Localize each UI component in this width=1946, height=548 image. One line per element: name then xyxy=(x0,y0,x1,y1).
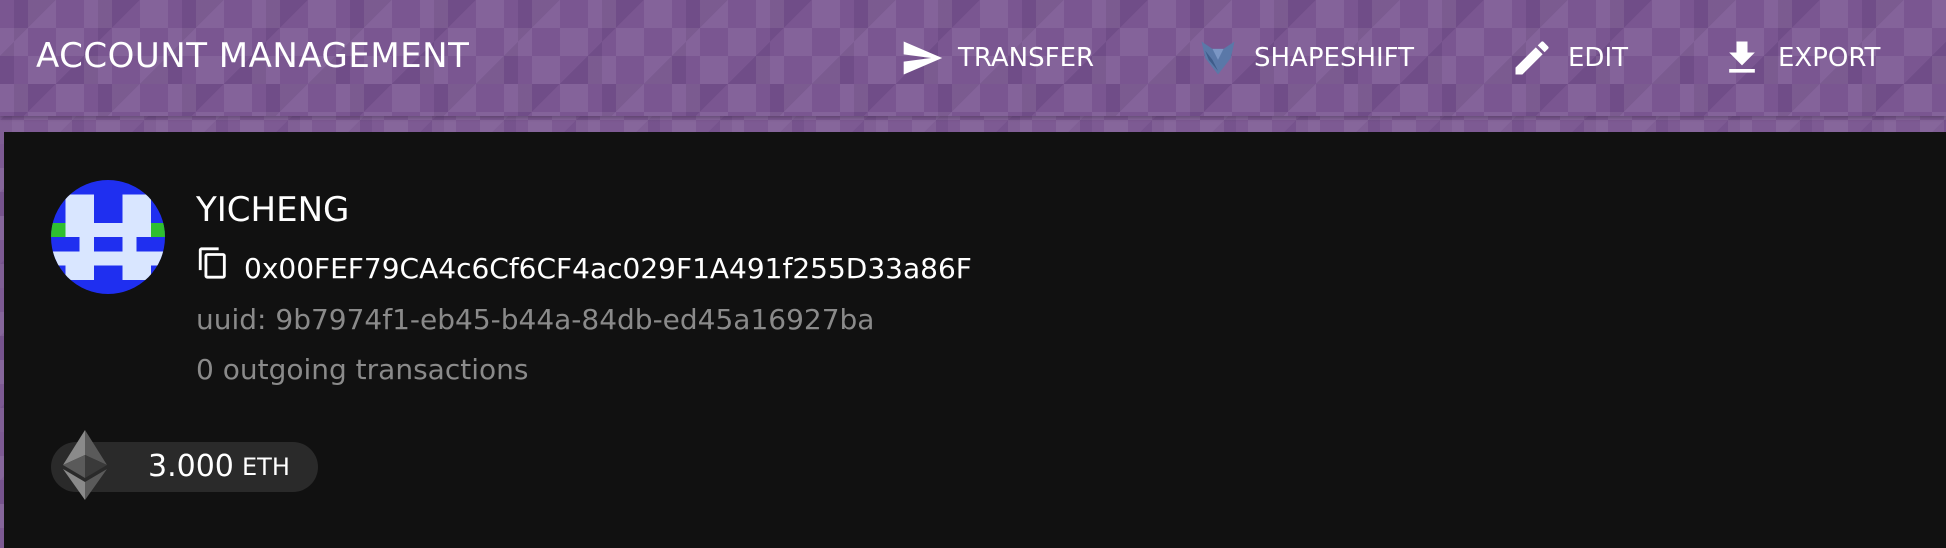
account-uuid: uuid: 9b7974f1-eb45-b44a-84db-ed45a16927… xyxy=(196,303,875,336)
app-header: ACCOUNT MANAGEMENT TRANSFER SHAPESHIFT E… xyxy=(0,0,1946,116)
export-button[interactable]: EXPORT xyxy=(1720,36,1880,80)
account-name: YICHENG xyxy=(196,190,350,230)
edit-button[interactable]: EDIT xyxy=(1510,36,1628,80)
shapeshift-fox-icon xyxy=(1196,36,1240,80)
edit-label: EDIT xyxy=(1568,43,1628,73)
download-icon xyxy=(1720,36,1764,80)
balance-value: 3.000 xyxy=(148,449,234,484)
transfer-label: TRANSFER xyxy=(958,43,1095,73)
account-address[interactable]: 0x00FEF79CA4c6Cf6CF4ac029F1A491f255D33a8… xyxy=(244,252,972,285)
ethereum-icon xyxy=(63,430,107,500)
export-label: EXPORT xyxy=(1778,43,1881,73)
page-title: ACCOUNT MANAGEMENT xyxy=(36,36,470,76)
shapeshift-button[interactable]: SHAPESHIFT xyxy=(1196,36,1414,80)
balance-unit: ETH xyxy=(242,453,290,481)
transaction-count: 0 outgoing transactions xyxy=(196,353,529,386)
shapeshift-label: SHAPESHIFT xyxy=(1254,43,1415,73)
transfer-button[interactable]: TRANSFER xyxy=(900,36,1094,80)
account-avatar xyxy=(51,180,165,294)
pencil-icon xyxy=(1510,36,1554,80)
send-icon xyxy=(900,36,944,80)
copy-icon[interactable] xyxy=(196,246,230,280)
